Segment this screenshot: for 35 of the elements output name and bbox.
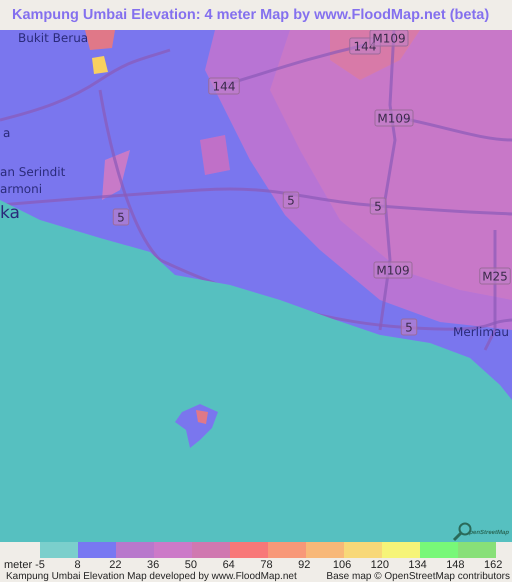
place-label: armoni: [0, 182, 42, 196]
route-shield: 5: [370, 198, 386, 214]
legend-tick: 148: [445, 559, 466, 571]
route-shield: 144: [208, 78, 240, 94]
legend-tick: 106: [332, 559, 352, 571]
legend-tick: 22: [108, 559, 122, 571]
attribution-text: Base map © OpenStreetMap contributors: [326, 571, 510, 582]
place-label: Merlimau: [453, 325, 509, 339]
legend-tick: 50: [184, 559, 198, 571]
route-shield: 5: [282, 192, 300, 208]
legend-tick: 162: [482, 559, 504, 571]
place-label: an Serindit: [0, 165, 66, 179]
place-label: a: [3, 126, 10, 140]
elevation-patch: [85, 30, 115, 50]
legend-tick: 134: [407, 559, 428, 571]
legend-tick: 64: [222, 559, 236, 571]
legend-tick: 120: [370, 559, 390, 571]
elevation-patch: [102, 150, 130, 200]
route-shield: 5: [400, 318, 418, 336]
legend-tick: 92: [297, 559, 312, 571]
legend-tick: 8: [74, 559, 82, 571]
map-title: Kampung Umbai Elevation: 4 meter Map by www.FloodMap.net (beta): [11, 6, 490, 25]
elevation-patch: [92, 56, 108, 74]
legend-tick: -5: [35, 559, 45, 571]
place-label: Bukit Berua: [18, 31, 88, 45]
route-shield: 5: [112, 208, 130, 226]
island-drawing: [175, 404, 218, 448]
legend-unit: meter: [4, 559, 32, 571]
legend-tick: 36: [146, 559, 160, 571]
route-shield: M109: [374, 110, 414, 126]
legend-tick: 78: [259, 559, 274, 571]
route-shield: M109: [374, 262, 412, 278]
place-label: ka: [0, 203, 20, 223]
credit-text: Kampung Umbai Elevation Map developed by www.FloodMap.net: [6, 571, 297, 582]
route-shield: M25: [479, 268, 511, 284]
